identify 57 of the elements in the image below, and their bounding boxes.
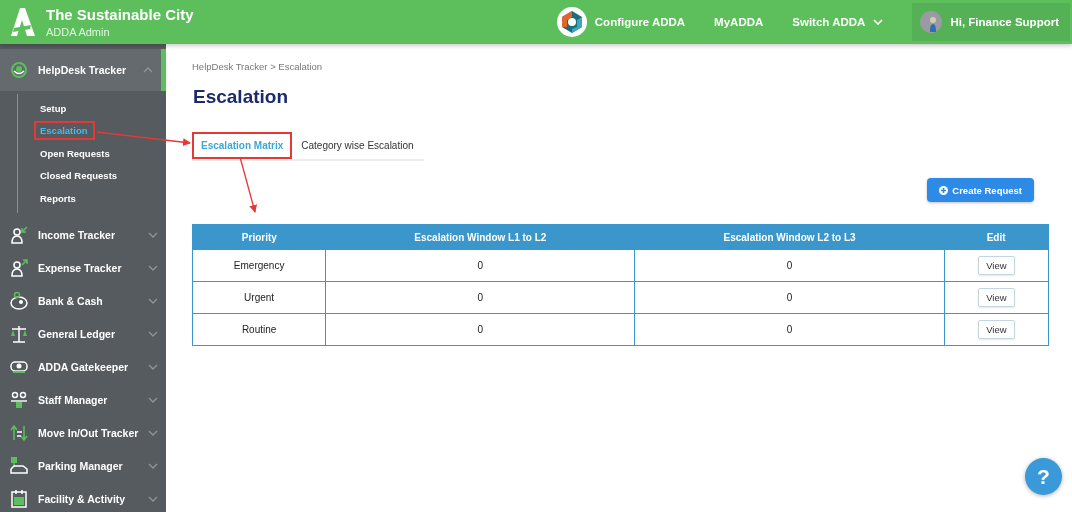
sidebar-item[interactable]: ADDA Gatekeeper (0, 350, 166, 384)
tab[interactable]: Category wise Escalation (292, 132, 423, 159)
table-cell: 0 (325, 249, 635, 282)
table-cell: 0 (634, 249, 945, 282)
sidebar-item[interactable]: Bank & Cash (0, 284, 166, 318)
sidebar-item[interactable]: Staff Manager (0, 383, 166, 417)
sidebar-item[interactable]: Move In/Out Tracker (0, 416, 166, 450)
create-request-button[interactable]: Create Request (927, 178, 1034, 202)
chevron-down-icon (148, 231, 158, 239)
scales-icon (9, 324, 29, 344)
submenu-item[interactable]: Reports (34, 188, 83, 208)
chevron-down-icon (148, 429, 158, 437)
table-cell: Urgent (192, 281, 326, 314)
submenu-item[interactable]: Closed Requests (34, 166, 125, 186)
table-cell: 0 (325, 313, 635, 346)
arrows-icon (9, 423, 29, 443)
chevron-down-icon (148, 462, 158, 470)
table-cell: Emergency (192, 249, 326, 282)
chevron-down-icon (148, 297, 158, 305)
chevron-down-icon (148, 264, 158, 272)
table-cell: 0 (634, 281, 945, 314)
chevron-down-icon (148, 396, 158, 404)
column-header: Escalation Window L2 to L3 (634, 224, 945, 250)
community-name: The Sustainable City (46, 6, 194, 23)
chevron-down-icon (148, 495, 158, 503)
chevron-down-icon (148, 330, 158, 338)
column-header: Edit (944, 224, 1049, 250)
sidebar-item[interactable]: Income Tracker (0, 218, 166, 252)
column-header: Priority (192, 224, 326, 250)
calendar-icon (9, 489, 29, 509)
person-arrow-icon (9, 258, 29, 278)
submenu-item[interactable]: Setup (34, 98, 74, 118)
plus-circle-icon (939, 185, 949, 195)
submenu-item[interactable]: Open Requests (34, 143, 117, 163)
person-arrow-icon (9, 225, 29, 245)
sidebar-item[interactable]: Expense Tracker (0, 251, 166, 285)
table-cell: 0 (634, 313, 945, 346)
sidebar-item[interactable]: Parking Manager (0, 449, 166, 483)
chevron-down-icon (148, 363, 158, 371)
hexagon-logo-icon (556, 7, 587, 37)
app-logo (8, 6, 36, 38)
page-title: Escalation (193, 86, 290, 108)
annotation-arrow (239, 156, 257, 213)
chevron-up-icon (143, 66, 153, 74)
role-label: ADDA Admin (46, 26, 111, 38)
breadcrumb: HelpDesk Tracker > Escalation (192, 61, 324, 72)
sidebar-item[interactable]: HelpDesk Tracker (0, 49, 166, 91)
column-header: Escalation Window L1 to L2 (325, 224, 635, 250)
table-cell: 0 (325, 281, 635, 314)
sidebar-item[interactable]: General Ledger (0, 317, 166, 351)
sidebar-item[interactable]: Facility & Activity (0, 482, 166, 512)
chevron-down-icon (873, 19, 884, 25)
view-button[interactable]: View (978, 288, 1015, 307)
avatar-icon (920, 11, 943, 33)
table-cell: Routine (192, 313, 326, 346)
view-button[interactable]: View (978, 320, 1015, 339)
view-button[interactable]: View (978, 256, 1015, 275)
